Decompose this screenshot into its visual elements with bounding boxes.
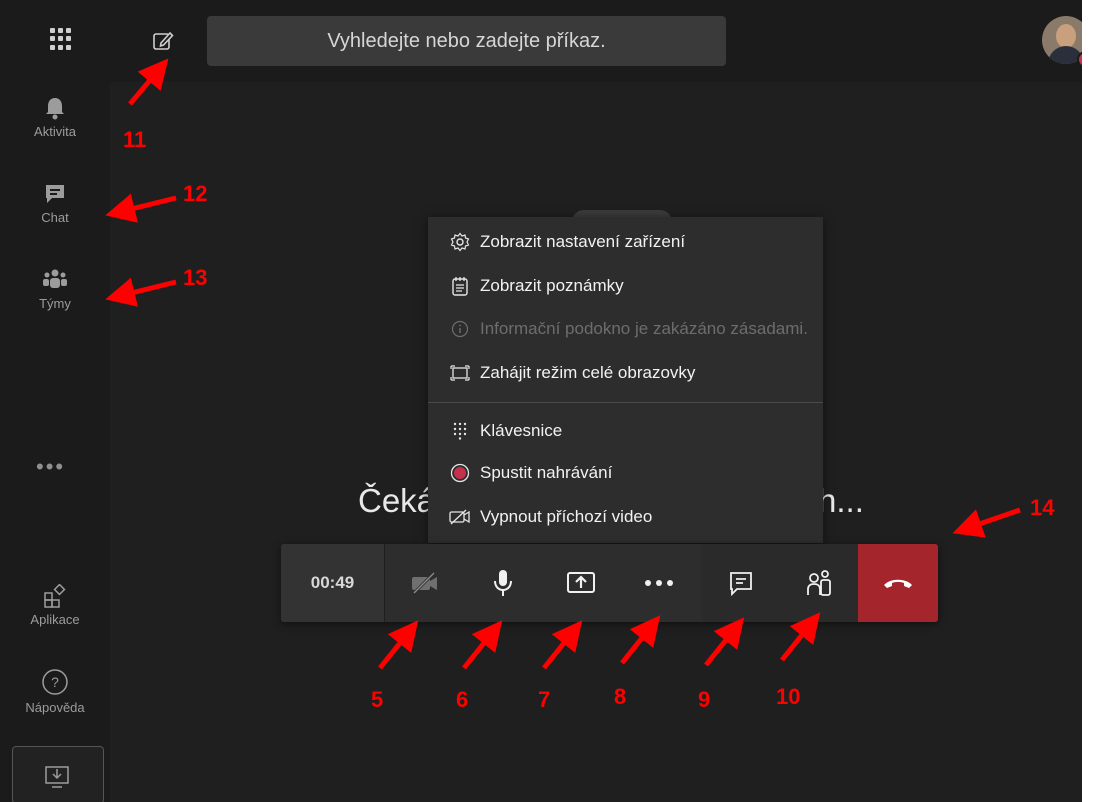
hangup-button[interactable] (858, 544, 938, 622)
rail-item-label: Nápověda (25, 700, 85, 715)
participants-icon (807, 570, 831, 596)
settings-icon (449, 231, 471, 253)
share-screen-button[interactable] (542, 544, 620, 622)
bell-icon (46, 98, 64, 120)
annotation-label-13: 13 (183, 265, 208, 290)
menu-item-label: Zobrazit poznámky (480, 276, 624, 295)
more-actions-menu: Zobrazit nastavení zařízení Zobrazit poz… (428, 217, 823, 543)
search-input[interactable]: Vyhledejte nebo zadejte příkaz. (207, 16, 726, 66)
meeting-control-bar: 00:49 (281, 544, 938, 622)
rail-item-label: Týmy (39, 296, 71, 311)
more-icon (645, 580, 673, 586)
left-rail: Aktivita Chat Týmy ••• Aplikace ? Nápově… (0, 82, 110, 802)
rail-item-label: Aplikace (30, 612, 80, 627)
menu-item-label: Klávesnice (480, 421, 563, 440)
app-launcher-icon[interactable] (50, 28, 72, 50)
presence-busy-icon (1077, 51, 1088, 68)
menu-item-label: Vypnout příchozí video (480, 507, 653, 526)
menu-item-show-notes[interactable]: Zobrazit poznámky (428, 266, 823, 306)
rail-item-activity[interactable]: Aktivita (0, 96, 110, 139)
menu-item-keypad[interactable]: Klávesnice (428, 411, 823, 451)
conversation-button[interactable] (702, 544, 780, 622)
teams-icon (43, 269, 67, 288)
waiting-status-text: Čeká (358, 482, 436, 519)
apps-icon (44, 584, 66, 608)
chat-icon (730, 572, 752, 596)
camera-toggle-button[interactable] (386, 544, 464, 622)
menu-item-fullscreen[interactable]: Zahájit režim celé obrazovky (428, 353, 823, 393)
annotation-label-5: 5 (371, 687, 384, 712)
fullscreen-icon (449, 362, 471, 384)
annotation-label-12: 12 (183, 181, 208, 206)
notes-icon (449, 275, 471, 297)
new-chat-compose-icon[interactable] (150, 28, 176, 54)
share-screen-icon (567, 572, 595, 593)
teams-meeting-window: Vyhledejte nebo zadejte příkaz. Aktivita… (0, 0, 1088, 802)
hangup-icon (884, 579, 912, 588)
annotation-label-14: 14 (1030, 495, 1055, 520)
video-off-icon (449, 506, 471, 528)
menu-item-label: Informační podokno je zakázáno zásadami. (480, 319, 808, 338)
svg-text:?: ? (51, 674, 59, 690)
menu-item-start-recording[interactable]: Spustit nahrávání (428, 453, 823, 493)
menu-item-turn-off-incoming-video[interactable]: Vypnout příchozí video (428, 497, 823, 537)
annotation-label-6: 6 (456, 687, 469, 712)
info-icon (449, 318, 471, 340)
microphone-button[interactable] (464, 544, 542, 622)
menu-item-info-pane: Informační podokno je zakázáno zásadami. (428, 309, 823, 349)
menu-item-label: Zobrazit nastavení zařízení (480, 232, 686, 251)
rail-item-chat[interactable]: Chat (0, 182, 110, 225)
annotation-label-9: 9 (698, 687, 711, 712)
avatar[interactable] (1042, 16, 1088, 64)
keypad-icon (449, 420, 471, 442)
menu-item-label: Zahájit režim celé obrazovky (480, 363, 696, 382)
help-icon: ? (42, 669, 68, 695)
more-apps-icon[interactable]: ••• (36, 454, 65, 480)
menu-item-device-settings[interactable]: Zobrazit nastavení zařízení (428, 222, 823, 262)
annotation-label-8: 8 (614, 684, 627, 709)
annotation-label-11: 11 (123, 127, 147, 152)
waiting-status-text-end: h... (818, 482, 864, 519)
download-icon (45, 766, 69, 788)
record-icon (449, 462, 471, 484)
more-actions-button[interactable] (620, 544, 698, 622)
top-bar: Vyhledejte nebo zadejte příkaz. (0, 0, 1088, 82)
menu-divider (428, 402, 823, 403)
rail-item-help[interactable]: ? Nápověda (0, 668, 110, 715)
participants-button[interactable] (780, 544, 858, 622)
annotation-label-10: 10 (776, 684, 801, 709)
camera-off-icon (412, 572, 437, 594)
rail-item-apps[interactable]: Aplikace (0, 584, 110, 627)
annotation-label-7: 7 (538, 687, 551, 712)
rail-item-teams[interactable]: Týmy (0, 268, 110, 311)
call-timer: 00:49 (281, 544, 385, 622)
microphone-icon (494, 570, 512, 596)
rail-item-label: Chat (41, 210, 69, 225)
menu-item-label: Spustit nahrávání (480, 463, 613, 482)
download-app-button[interactable] (12, 746, 104, 802)
chat-icon (46, 185, 64, 203)
rail-item-label: Aktivita (34, 124, 76, 139)
